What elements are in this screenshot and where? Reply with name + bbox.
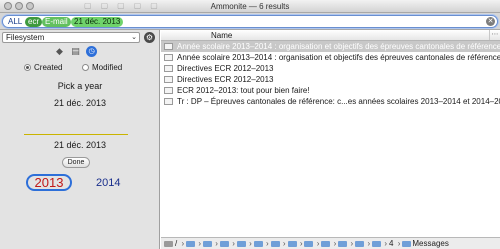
folder-icon[interactable]: [253, 241, 263, 247]
modified-option[interactable]: Modified: [82, 63, 122, 72]
result-title: Année scolaire 2013–2014 : organisation …: [177, 42, 500, 51]
result-row[interactable]: Année scolaire 2013–2014 : organisation …: [161, 52, 500, 63]
email-document-icon: [164, 65, 173, 72]
result-title: Directives ECR 2012–2013: [177, 75, 274, 84]
folder-icon[interactable]: [321, 241, 331, 247]
search-token[interactable]: 21 déc. 2013: [71, 17, 124, 27]
result-title: Tr : DP – Épreuves cantonales de référen…: [177, 97, 500, 106]
location-select[interactable]: Filesystem ⌄: [2, 32, 140, 43]
email-document-icon: [164, 87, 173, 94]
modified-radio[interactable]: [82, 64, 89, 71]
action-menu-icon[interactable]: ⚙: [144, 32, 155, 43]
result-row[interactable]: Directives ECR 2012–2013: [161, 74, 500, 85]
year-2013-button[interactable]: 2013: [26, 174, 72, 191]
pick-year-label: Pick a year: [57, 81, 103, 91]
year-2014-button[interactable]: 2014: [96, 177, 120, 189]
tag-icon[interactable]: ◆: [54, 46, 65, 57]
path-bar: / › › › › › › › › › › › › › 4 › Messages: [161, 237, 500, 249]
created-option[interactable]: Created: [24, 63, 62, 72]
folder-icon[interactable]: [270, 241, 280, 247]
results-pane: Name ⋯ Année scolaire 2013–2014 : organi…: [161, 30, 500, 249]
result-row[interactable]: Tr : DP – Épreuves cantonales de référen…: [161, 96, 500, 107]
folder-icon[interactable]: [236, 241, 246, 247]
document-icon[interactable]: ▤: [70, 46, 81, 57]
results-column-header: Name ⋯: [161, 30, 500, 41]
folder-icon[interactable]: [402, 241, 412, 247]
name-column-header[interactable]: Name: [211, 31, 232, 40]
folder-icon[interactable]: [372, 241, 382, 247]
modified-label: Modified: [92, 63, 123, 72]
search-bar: ALL ecr E-mail 21 déc. 2013 ✕: [0, 13, 500, 30]
search-token[interactable]: E-mail: [42, 17, 71, 27]
location-select-value: Filesystem: [6, 33, 45, 42]
folder-icon[interactable]: [287, 241, 297, 247]
result-row[interactable]: Directives ECR 2012–2013: [161, 63, 500, 74]
clock-icon[interactable]: ◷: [86, 46, 97, 57]
created-label: Created: [34, 63, 63, 72]
email-document-icon: [164, 76, 173, 83]
column-options-icon[interactable]: ⋯: [489, 30, 500, 40]
search-input[interactable]: ALL ecr E-mail 21 déc. 2013 ✕: [2, 15, 498, 28]
path-count: 4: [389, 239, 394, 248]
path-last-segment[interactable]: Messages: [412, 238, 448, 249]
title-bar: ▢ ▢ ▢ ▢ ▢ Ammonite — 6 results: [0, 0, 500, 13]
result-title: Directives ECR 2012–2013: [177, 64, 274, 73]
result-title: Année scolaire 2013–2014 : organisation …: [177, 53, 500, 62]
date-display-secondary: 21 déc. 2013: [53, 140, 107, 150]
chevron-down-icon: ⌄: [131, 34, 137, 41]
filter-sidebar: Filesystem ⌄ ⚙ ◆ ▤ ◷ Created Modified Pi…: [0, 30, 160, 249]
folder-icon[interactable]: [304, 241, 314, 247]
clear-search-icon[interactable]: ✕: [486, 17, 495, 26]
folder-icon[interactable]: [219, 241, 229, 247]
folder-icon[interactable]: [338, 241, 348, 247]
path-root: /: [175, 239, 178, 248]
results-list: Année scolaire 2013–2014 : organisation …: [161, 41, 500, 107]
window-title: Ammonite — 6 results: [210, 2, 290, 11]
folder-icon[interactable]: [186, 241, 196, 247]
created-radio[interactable]: [24, 64, 31, 71]
filter-mode-icons: ◆ ▤ ◷: [54, 46, 97, 57]
email-document-icon: [164, 54, 173, 61]
result-row[interactable]: Année scolaire 2013–2014 : organisation …: [161, 41, 500, 52]
result-row[interactable]: ECR 2012–2013: tout pour bien faire!: [161, 85, 500, 96]
date-display: 21 déc. 2013: [53, 98, 107, 108]
email-document-icon: [164, 98, 173, 105]
folder-icon[interactable]: [355, 241, 365, 247]
search-token[interactable]: ecr: [25, 17, 43, 27]
email-document-icon: [164, 43, 173, 50]
search-scope-label[interactable]: ALL: [8, 17, 22, 26]
result-title: ECR 2012–2013: tout pour bien faire!: [177, 86, 310, 95]
drive-icon[interactable]: [164, 241, 173, 247]
done-button[interactable]: Done: [62, 157, 90, 168]
folder-icon[interactable]: [203, 241, 213, 247]
divider: [24, 134, 128, 135]
